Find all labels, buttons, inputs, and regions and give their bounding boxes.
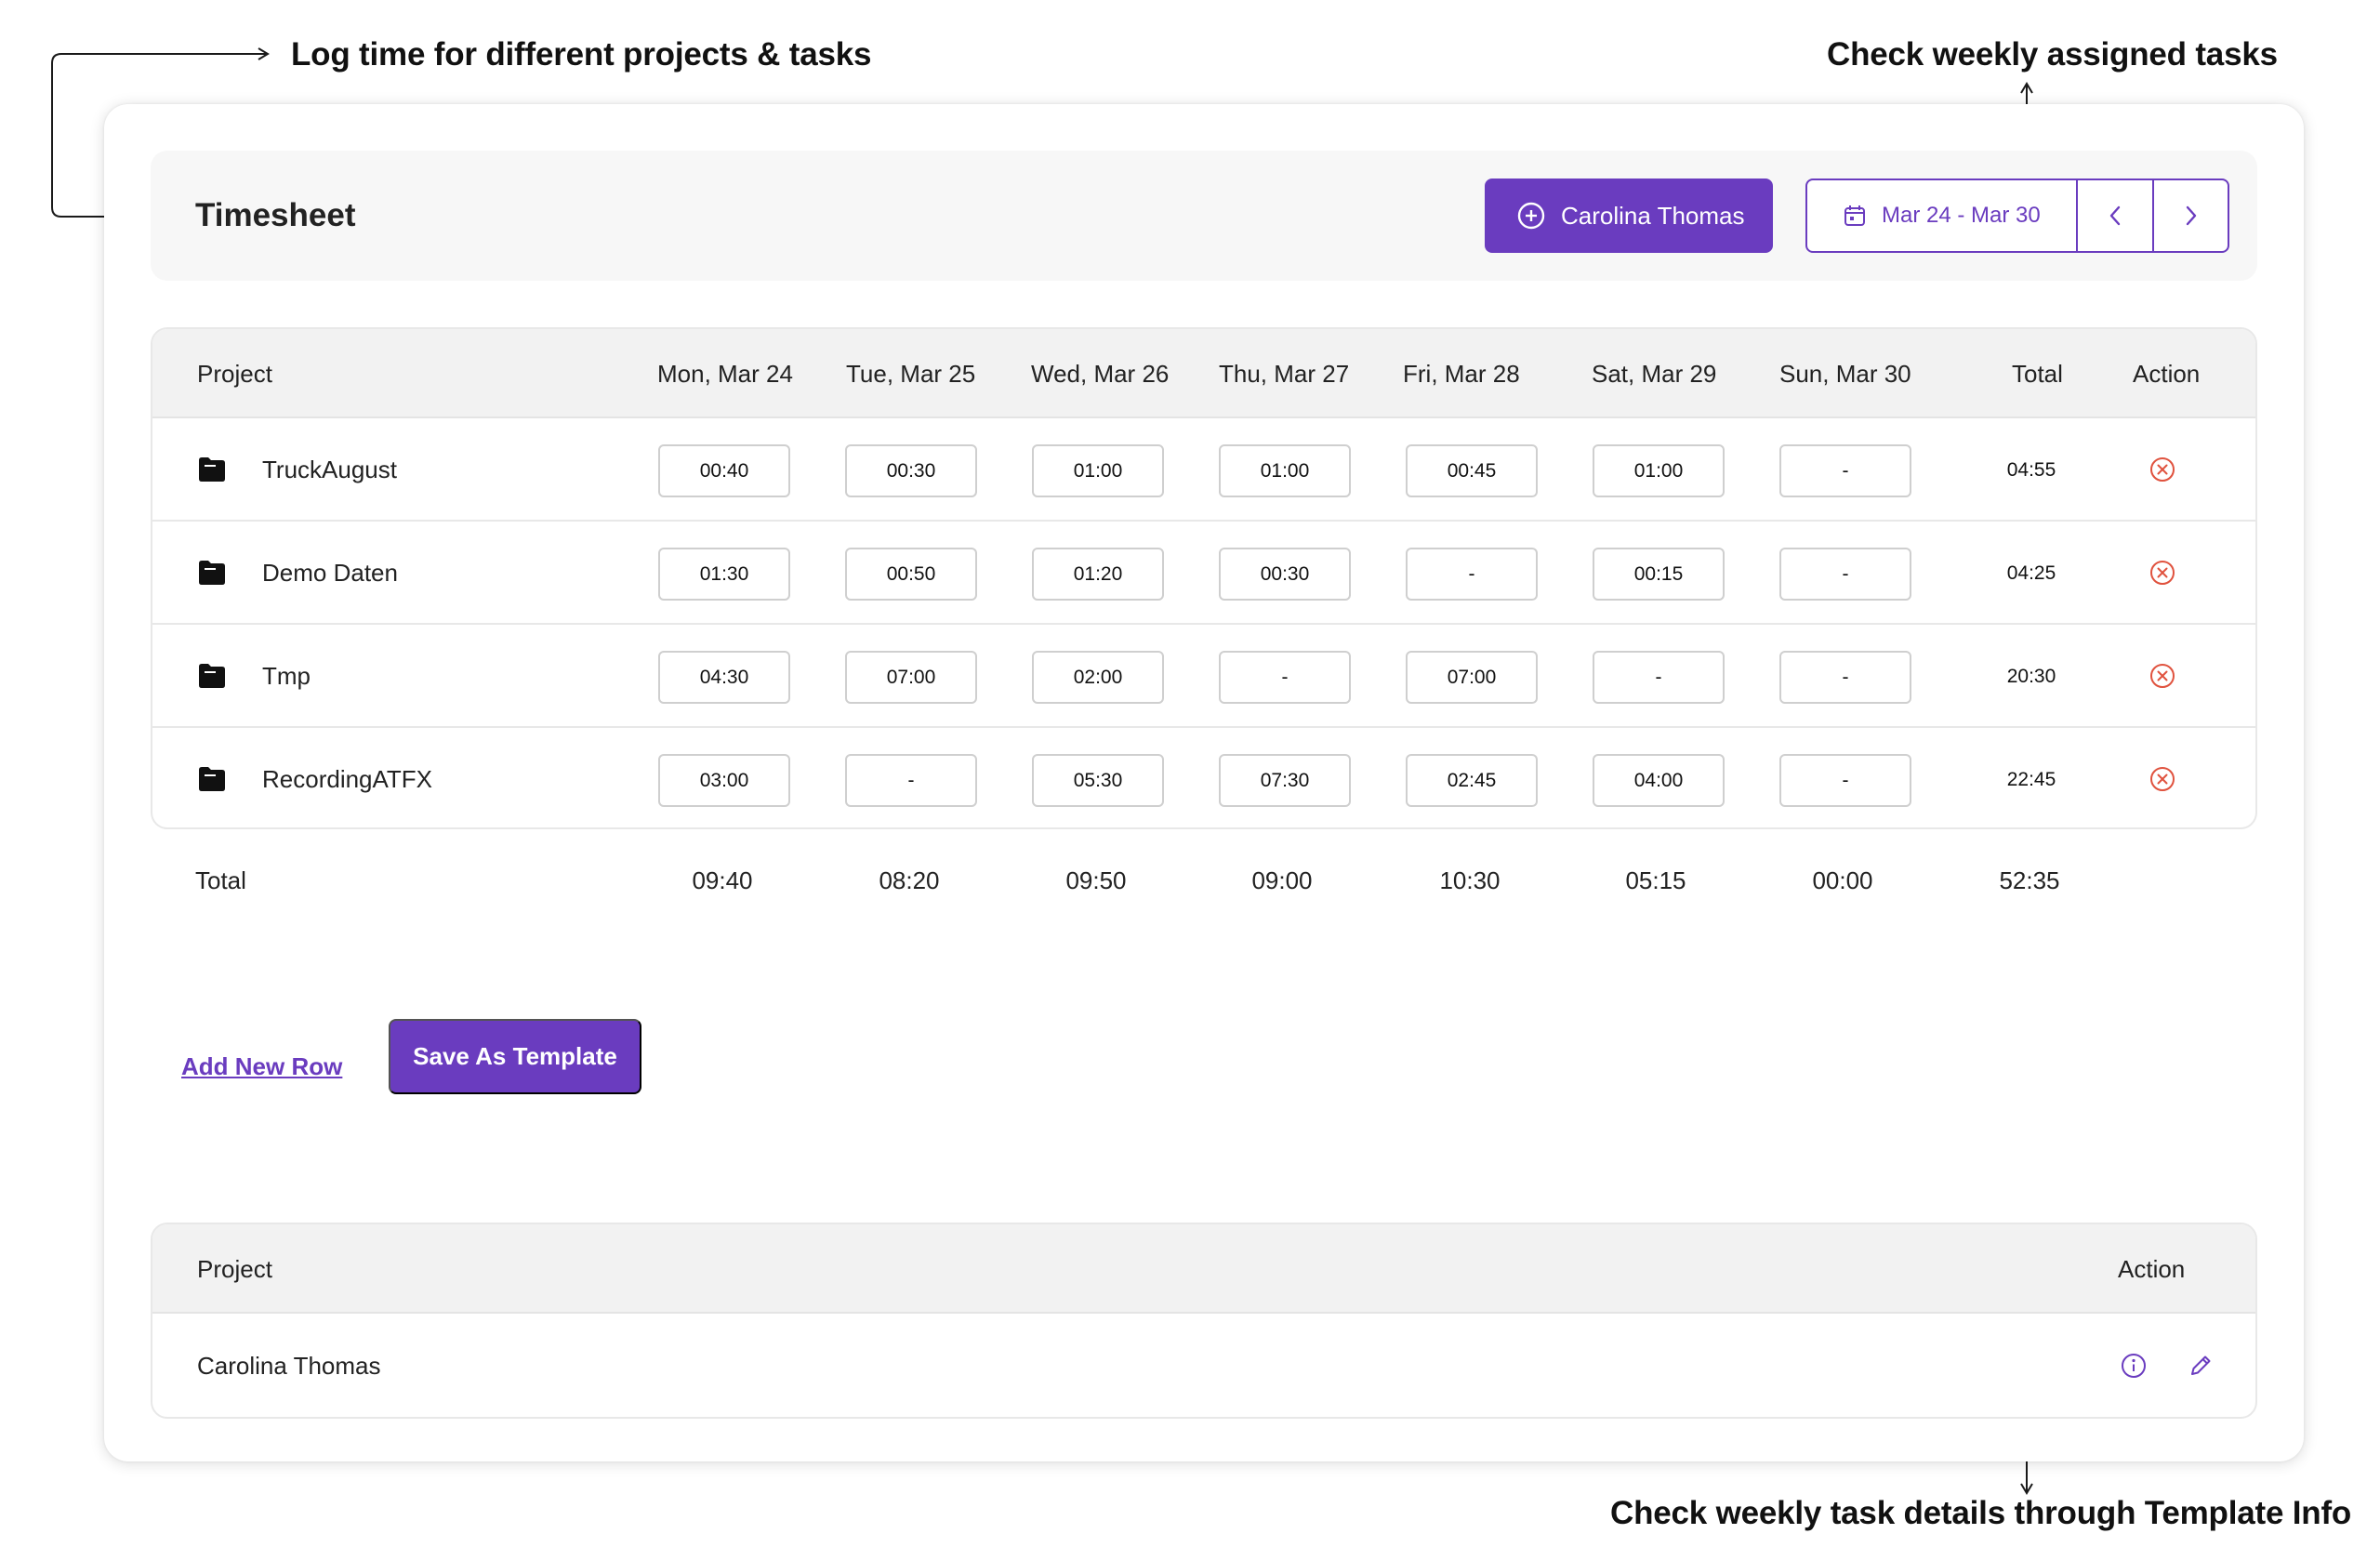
time-input-sun[interactable]: - (1779, 754, 1911, 807)
time-input-thu[interactable]: 01:00 (1219, 444, 1351, 497)
date-range-button[interactable]: Mar 24 - Mar 30 (1807, 180, 2078, 251)
edit-pencil-icon[interactable] (2187, 1352, 2215, 1380)
timesheet-card: Timesheet Carolina Thomas Mar 24 - Mar 3… (104, 104, 2304, 1461)
template-name: Carolina Thomas (197, 1352, 381, 1380)
annotation-log-time: Log time for different projects & tasks (291, 36, 872, 73)
week-picker: Mar 24 - Mar 30 (1805, 178, 2229, 253)
remove-row-icon[interactable] (2148, 764, 2177, 794)
folder-icon (199, 664, 225, 688)
time-input-wed[interactable]: 05:30 (1032, 754, 1164, 807)
totals-row: Total 09:40 08:20 09:50 09:00 10:30 05:1… (151, 839, 2257, 922)
time-input-mon[interactable]: 03:00 (658, 754, 790, 807)
column-header-sat: Sat, Mar 29 (1592, 360, 1717, 388)
column-header-wed: Wed, Mar 26 (1031, 360, 1170, 388)
templates-table: Project Action Carolina Thomas (151, 1223, 2257, 1419)
plus-circle-icon (1517, 202, 1545, 230)
remove-row-icon[interactable] (2148, 661, 2177, 691)
time-input-tue[interactable]: - (845, 754, 977, 807)
time-input-fri[interactable]: 07:00 (1406, 651, 1538, 704)
project-name: TruckAugust (262, 456, 397, 483)
column-header-project: Project (197, 360, 272, 388)
add-new-row-link[interactable]: Add New Row (181, 1043, 342, 1090)
time-input-thu[interactable]: - (1219, 651, 1351, 704)
column-header-tue: Tue, Mar 25 (846, 360, 976, 388)
project-name: RecordingATFX (262, 765, 433, 793)
total-tue: 08:20 (879, 866, 940, 894)
time-input-mon[interactable]: 00:40 (658, 444, 790, 497)
time-input-wed[interactable]: 02:00 (1032, 651, 1164, 704)
row-total: 04:55 (2006, 459, 2056, 481)
time-input-sat[interactable]: 04:00 (1593, 754, 1725, 807)
folder-icon (199, 457, 225, 482)
next-week-button[interactable] (2152, 180, 2228, 251)
project-name: Tmp (262, 662, 311, 690)
column-header-fri: Fri, Mar 28 (1403, 360, 1520, 388)
time-input-mon[interactable]: 01:30 (658, 548, 790, 601)
total-fri: 10:30 (1439, 866, 1501, 894)
calendar-icon (1844, 205, 1865, 226)
total-sun: 00:00 (1812, 866, 1873, 894)
time-input-mon[interactable]: 04:30 (658, 651, 790, 704)
time-input-fri[interactable]: 02:45 (1406, 754, 1538, 807)
time-input-sat[interactable]: 00:15 (1593, 548, 1725, 601)
time-input-sat[interactable]: 01:00 (1593, 444, 1725, 497)
info-icon[interactable] (2120, 1352, 2148, 1380)
prev-week-button[interactable] (2078, 180, 2153, 251)
column-header-mon: Mon, Mar 24 (657, 360, 793, 388)
row-total: 22:45 (2006, 769, 2056, 790)
table-row: Tmp 04:30 07:00 02:00 - 07:00 - - 20:30 (152, 625, 2255, 728)
save-as-template-button[interactable]: Save As Template (389, 1019, 641, 1094)
time-input-sun[interactable]: - (1779, 548, 1911, 601)
column-header-action: Action (2133, 360, 2201, 388)
column-header-action: Action (2118, 1255, 2186, 1283)
time-input-thu[interactable]: 07:30 (1219, 754, 1351, 807)
total-mon: 09:40 (692, 866, 753, 894)
grand-total: 52:35 (1999, 866, 2060, 894)
time-input-tue[interactable]: 07:00 (845, 651, 977, 704)
project-name: Demo Daten (262, 559, 398, 587)
time-input-sat[interactable]: - (1593, 651, 1725, 704)
timesheet-table-header: Project Mon, Mar 24 Tue, Mar 25 Wed, Mar… (152, 329, 2255, 418)
annotation-template-info: Check weekly task details through Templa… (1610, 1495, 2352, 1531)
total-thu: 09:00 (1251, 866, 1313, 894)
chevron-right-icon (2186, 205, 2196, 226)
time-input-wed[interactable]: 01:20 (1032, 548, 1164, 601)
remove-row-icon[interactable] (2148, 455, 2177, 484)
time-input-tue[interactable]: 00:50 (845, 548, 977, 601)
time-input-sun[interactable]: - (1779, 444, 1911, 497)
folder-icon (199, 561, 225, 585)
row-total: 04:25 (2006, 562, 2056, 584)
templates-table-header: Project Action (152, 1224, 2255, 1314)
total-wed: 09:50 (1065, 866, 1127, 894)
chevron-left-icon (2109, 205, 2121, 226)
timesheet-header: Timesheet Carolina Thomas Mar 24 - Mar 3… (151, 151, 2257, 281)
user-select-button[interactable]: Carolina Thomas (1485, 178, 1773, 253)
time-input-fri[interactable]: - (1406, 548, 1538, 601)
row-total: 20:30 (2006, 666, 2056, 687)
time-input-tue[interactable]: 00:30 (845, 444, 977, 497)
page-title: Timesheet (195, 197, 356, 233)
column-header-project: Project (197, 1255, 272, 1283)
totals-label: Total (195, 866, 246, 894)
time-input-thu[interactable]: 00:30 (1219, 548, 1351, 601)
time-input-sun[interactable]: - (1779, 651, 1911, 704)
time-input-wed[interactable]: 01:00 (1032, 444, 1164, 497)
annotation-weekly-tasks: Check weekly assigned tasks (1827, 36, 2278, 73)
column-header-total: Total (2012, 360, 2063, 388)
timesheet-table: Project Mon, Mar 24 Tue, Mar 25 Wed, Mar… (151, 327, 2257, 829)
trash-icon[interactable] (2255, 1352, 2257, 1380)
folder-icon (199, 767, 225, 791)
total-sat: 05:15 (1625, 866, 1686, 894)
remove-row-icon[interactable] (2148, 558, 2177, 588)
date-range-label: Mar 24 - Mar 30 (1882, 203, 2041, 228)
column-header-sun: Sun, Mar 30 (1779, 360, 1911, 388)
user-select-label: Carolina Thomas (1561, 201, 1745, 230)
table-row: RecordingATFX 03:00 - 05:30 07:30 02:45 … (152, 728, 2255, 827)
table-row: Demo Daten 01:30 00:50 01:20 00:30 - 00:… (152, 522, 2255, 625)
time-input-fri[interactable]: 00:45 (1406, 444, 1538, 497)
column-header-thu: Thu, Mar 27 (1219, 360, 1350, 388)
table-row: TruckAugust 00:40 00:30 01:00 01:00 00:4… (152, 418, 2255, 522)
